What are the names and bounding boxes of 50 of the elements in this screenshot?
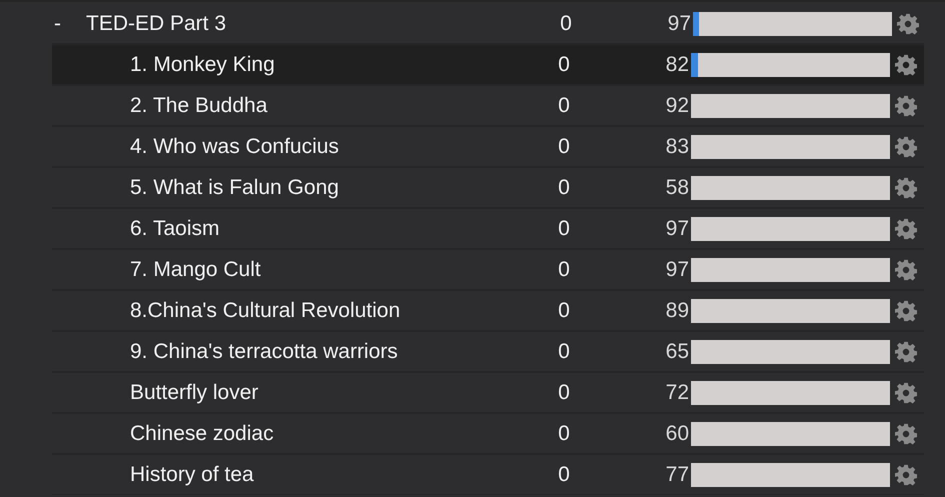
score-text: 97 xyxy=(664,216,690,240)
settings-icon[interactable] xyxy=(895,54,917,76)
settings-icon[interactable] xyxy=(895,176,917,198)
item-title: 1. Monkey King xyxy=(129,52,276,76)
score-text: 60 xyxy=(664,422,690,446)
count-text: 0 xyxy=(557,340,571,364)
score-text: 97 xyxy=(666,12,692,36)
settings-icon[interactable] xyxy=(895,218,917,240)
score-text: 65 xyxy=(664,340,690,364)
settings-icon[interactable] xyxy=(895,464,917,486)
score-text: 89 xyxy=(664,298,690,322)
settings-icon[interactable] xyxy=(895,136,917,158)
count-text: 0 xyxy=(557,94,571,118)
count-text: 0 xyxy=(557,462,571,486)
settings-icon[interactable] xyxy=(897,12,919,34)
count-text: 0 xyxy=(557,52,571,76)
item-title: 9. China's terracotta warriors xyxy=(129,340,399,364)
count-text: 0 xyxy=(557,380,571,404)
group-title: TED-ED Part 3 xyxy=(86,12,228,36)
score-text: 72 xyxy=(664,380,690,404)
settings-icon[interactable] xyxy=(895,300,917,322)
settings-icon[interactable] xyxy=(895,422,917,444)
count-text: 0 xyxy=(557,258,571,282)
item-title: 7. Mango Cult xyxy=(129,258,262,282)
score-text: 97 xyxy=(664,258,690,282)
settings-icon[interactable] xyxy=(895,382,917,404)
count-text: 0 xyxy=(557,216,571,240)
count-text: 0 xyxy=(559,12,573,36)
score-text: 82 xyxy=(664,52,690,76)
item-title: 4. Who was Confucius xyxy=(129,134,340,158)
settings-icon[interactable] xyxy=(895,340,917,362)
item-title: 2. The Buddha xyxy=(129,94,268,118)
score-text: 58 xyxy=(664,176,690,200)
item-title: Chinese zodiac xyxy=(129,422,275,446)
item-row[interactable]: 1. Monkey King 0 82 xyxy=(52,45,924,86)
settings-icon[interactable] xyxy=(895,258,917,280)
count-text: 0 xyxy=(557,134,571,158)
item-title: History of tea xyxy=(129,462,255,486)
item-title: Butterfly lover xyxy=(129,380,260,404)
settings-icon[interactable] xyxy=(895,94,917,116)
item-title: 6. Taoism xyxy=(129,216,220,240)
score-text: 92 xyxy=(664,94,690,118)
item-title: 5. What is Falun Gong xyxy=(129,176,340,200)
score-text: 83 xyxy=(664,134,690,158)
count-text: 0 xyxy=(557,298,571,322)
collapse-toggle[interactable]: - xyxy=(52,12,86,36)
count-text: 0 xyxy=(557,422,571,446)
score-text: 77 xyxy=(664,462,690,486)
item-title: 8.China's Cultural Revolution xyxy=(129,298,402,322)
count-text: 0 xyxy=(557,176,571,200)
